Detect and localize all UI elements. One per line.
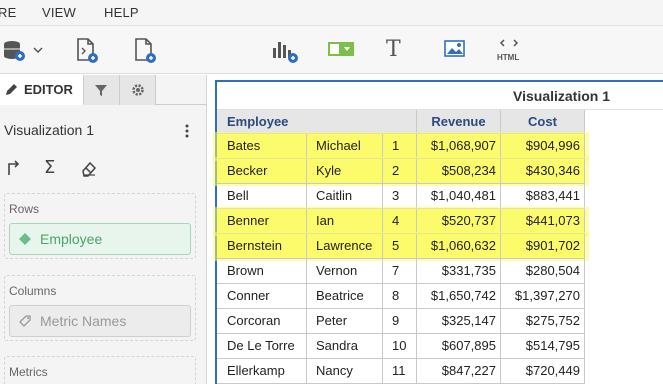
new-document-icon[interactable]	[132, 36, 158, 64]
menu-item-help[interactable]: HELP	[104, 5, 139, 20]
visualization-name[interactable]: Visualization 1	[4, 122, 94, 138]
table-cell[interactable]: $1,040,481	[417, 184, 501, 209]
table-cell[interactable]: 11	[383, 359, 417, 384]
more-options-icon[interactable]	[183, 123, 191, 139]
table-cell[interactable]: Sandra	[307, 334, 383, 359]
table-cell[interactable]: $1,068,907	[417, 134, 501, 159]
table-cell[interactable]: Bates	[217, 134, 307, 159]
table-cell[interactable]: Conner	[217, 284, 307, 309]
rows-field-employee[interactable]: Employee	[9, 223, 191, 255]
table-cell[interactable]: 5	[383, 234, 417, 259]
toolbar: T HTML	[0, 26, 663, 74]
table-cell[interactable]: $280,504	[501, 259, 585, 284]
sigma-icon[interactable]: Σ	[44, 157, 55, 178]
tab-editor-label: EDITOR	[24, 82, 73, 97]
rows-field-label: Employee	[40, 231, 103, 247]
header-cost[interactable]: Cost	[501, 110, 585, 134]
table-cell[interactable]: $514,795	[501, 334, 585, 359]
visualization-header: Visualization 1	[217, 82, 663, 110]
datasource-icon[interactable]	[2, 36, 46, 64]
columns-field-metric-names[interactable]: Metric Names	[9, 305, 191, 337]
editor-panel: EDITOR Visualization 1 Σ Rows Employee C…	[0, 75, 207, 384]
table-cell[interactable]: $275,752	[501, 309, 585, 334]
table-cell[interactable]: Benner	[217, 209, 307, 234]
filter-icon	[94, 83, 108, 102]
table-cell[interactable]: Vernon	[307, 259, 383, 284]
table-cell[interactable]: $607,895	[417, 334, 501, 359]
table-cell[interactable]: $1,650,742	[417, 284, 501, 309]
table-cell[interactable]: $325,147	[417, 309, 501, 334]
html-label: HTML	[497, 53, 520, 62]
visualization-container[interactable]: Visualization 1 Employee Revenue Cost Bates…	[213, 80, 663, 384]
table-cell[interactable]: $883,441	[501, 184, 585, 209]
table-cell[interactable]: Bernstein	[217, 234, 307, 259]
gear-icon	[131, 83, 145, 102]
rows-section: Rows Employee	[4, 193, 196, 259]
table-cell[interactable]: $430,346	[501, 159, 585, 184]
table-cell[interactable]: Brown	[217, 259, 307, 284]
image-icon[interactable]	[442, 36, 468, 64]
table-cell[interactable]: $847,227	[417, 359, 501, 384]
tab-editor[interactable]: EDITOR	[0, 75, 84, 105]
html-icon[interactable]: HTML	[494, 36, 524, 64]
table-cell[interactable]: Lawrence	[307, 234, 383, 259]
columns-label: Columns	[9, 284, 57, 298]
menu-item-more[interactable]: RE	[0, 5, 16, 20]
editor-tools: Σ	[0, 157, 120, 179]
tab-settings[interactable]	[120, 75, 156, 105]
table-cell[interactable]: $1,397,270	[501, 284, 585, 309]
table-cell[interactable]: De Le Torre	[217, 334, 307, 359]
columns-field-label: Metric Names	[40, 313, 127, 329]
table-cell[interactable]: $1,060,632	[417, 234, 501, 259]
metrics-label: Metrics	[9, 365, 48, 379]
table-cell[interactable]: Kyle	[307, 159, 383, 184]
text-icon[interactable]: T	[386, 37, 410, 65]
table-cell[interactable]: 4	[383, 209, 417, 234]
metric-names-icon	[18, 314, 32, 333]
header-employee[interactable]: Employee	[217, 110, 417, 134]
menu-item-view[interactable]: VIEW	[42, 5, 76, 20]
eraser-icon[interactable]	[80, 159, 98, 182]
table-cell[interactable]: $720,449	[501, 359, 585, 384]
table-cell[interactable]: 9	[383, 309, 417, 334]
table-cell[interactable]: $441,073	[501, 209, 585, 234]
table-cell[interactable]: $508,234	[417, 159, 501, 184]
header-revenue[interactable]: Revenue	[417, 110, 501, 134]
table-cell[interactable]: $904,996	[501, 134, 585, 159]
tab-filters[interactable]	[84, 75, 120, 105]
add-dataset-icon[interactable]	[74, 36, 100, 64]
attribute-icon	[18, 232, 32, 251]
menu-bar: RE VIEW HELP	[0, 0, 663, 26]
table-cell[interactable]: Beatrice	[307, 284, 383, 309]
table-cell[interactable]: Michael	[307, 134, 383, 159]
table-cell[interactable]: Bell	[217, 184, 307, 209]
metrics-section: Metrics	[4, 356, 196, 384]
table-cell[interactable]: Peter	[307, 309, 383, 334]
pencil-icon	[4, 83, 18, 102]
table-cell[interactable]: $901,702	[501, 234, 585, 259]
table-cell[interactable]: Ian	[307, 209, 383, 234]
table-cell[interactable]: 1	[383, 134, 417, 159]
table-cell[interactable]: 7	[383, 259, 417, 284]
table-cell[interactable]: 2	[383, 159, 417, 184]
table-cell[interactable]: Caitlin	[307, 184, 383, 209]
table-cell[interactable]: 8	[383, 284, 417, 309]
table-cell[interactable]: $520,737	[417, 209, 501, 234]
rows-label: Rows	[9, 202, 40, 216]
table-cell[interactable]: 3	[383, 184, 417, 209]
add-chart-icon[interactable]	[270, 36, 300, 64]
table-cell[interactable]: Nancy	[307, 359, 383, 384]
swap-axes-icon[interactable]	[6, 159, 24, 182]
table-cell[interactable]: Ellerkamp	[217, 359, 307, 384]
grid-visualization-icon[interactable]	[326, 36, 356, 64]
table-cell[interactable]: 10	[383, 334, 417, 359]
columns-section: Columns Metric Names	[4, 275, 196, 341]
visualization-title: Visualization 1	[513, 88, 610, 104]
table-cell[interactable]: Corcoran	[217, 309, 307, 334]
table-cell[interactable]: Becker	[217, 159, 307, 184]
table-cell[interactable]: $331,735	[417, 259, 501, 284]
panel-tabs: EDITOR	[0, 75, 207, 105]
